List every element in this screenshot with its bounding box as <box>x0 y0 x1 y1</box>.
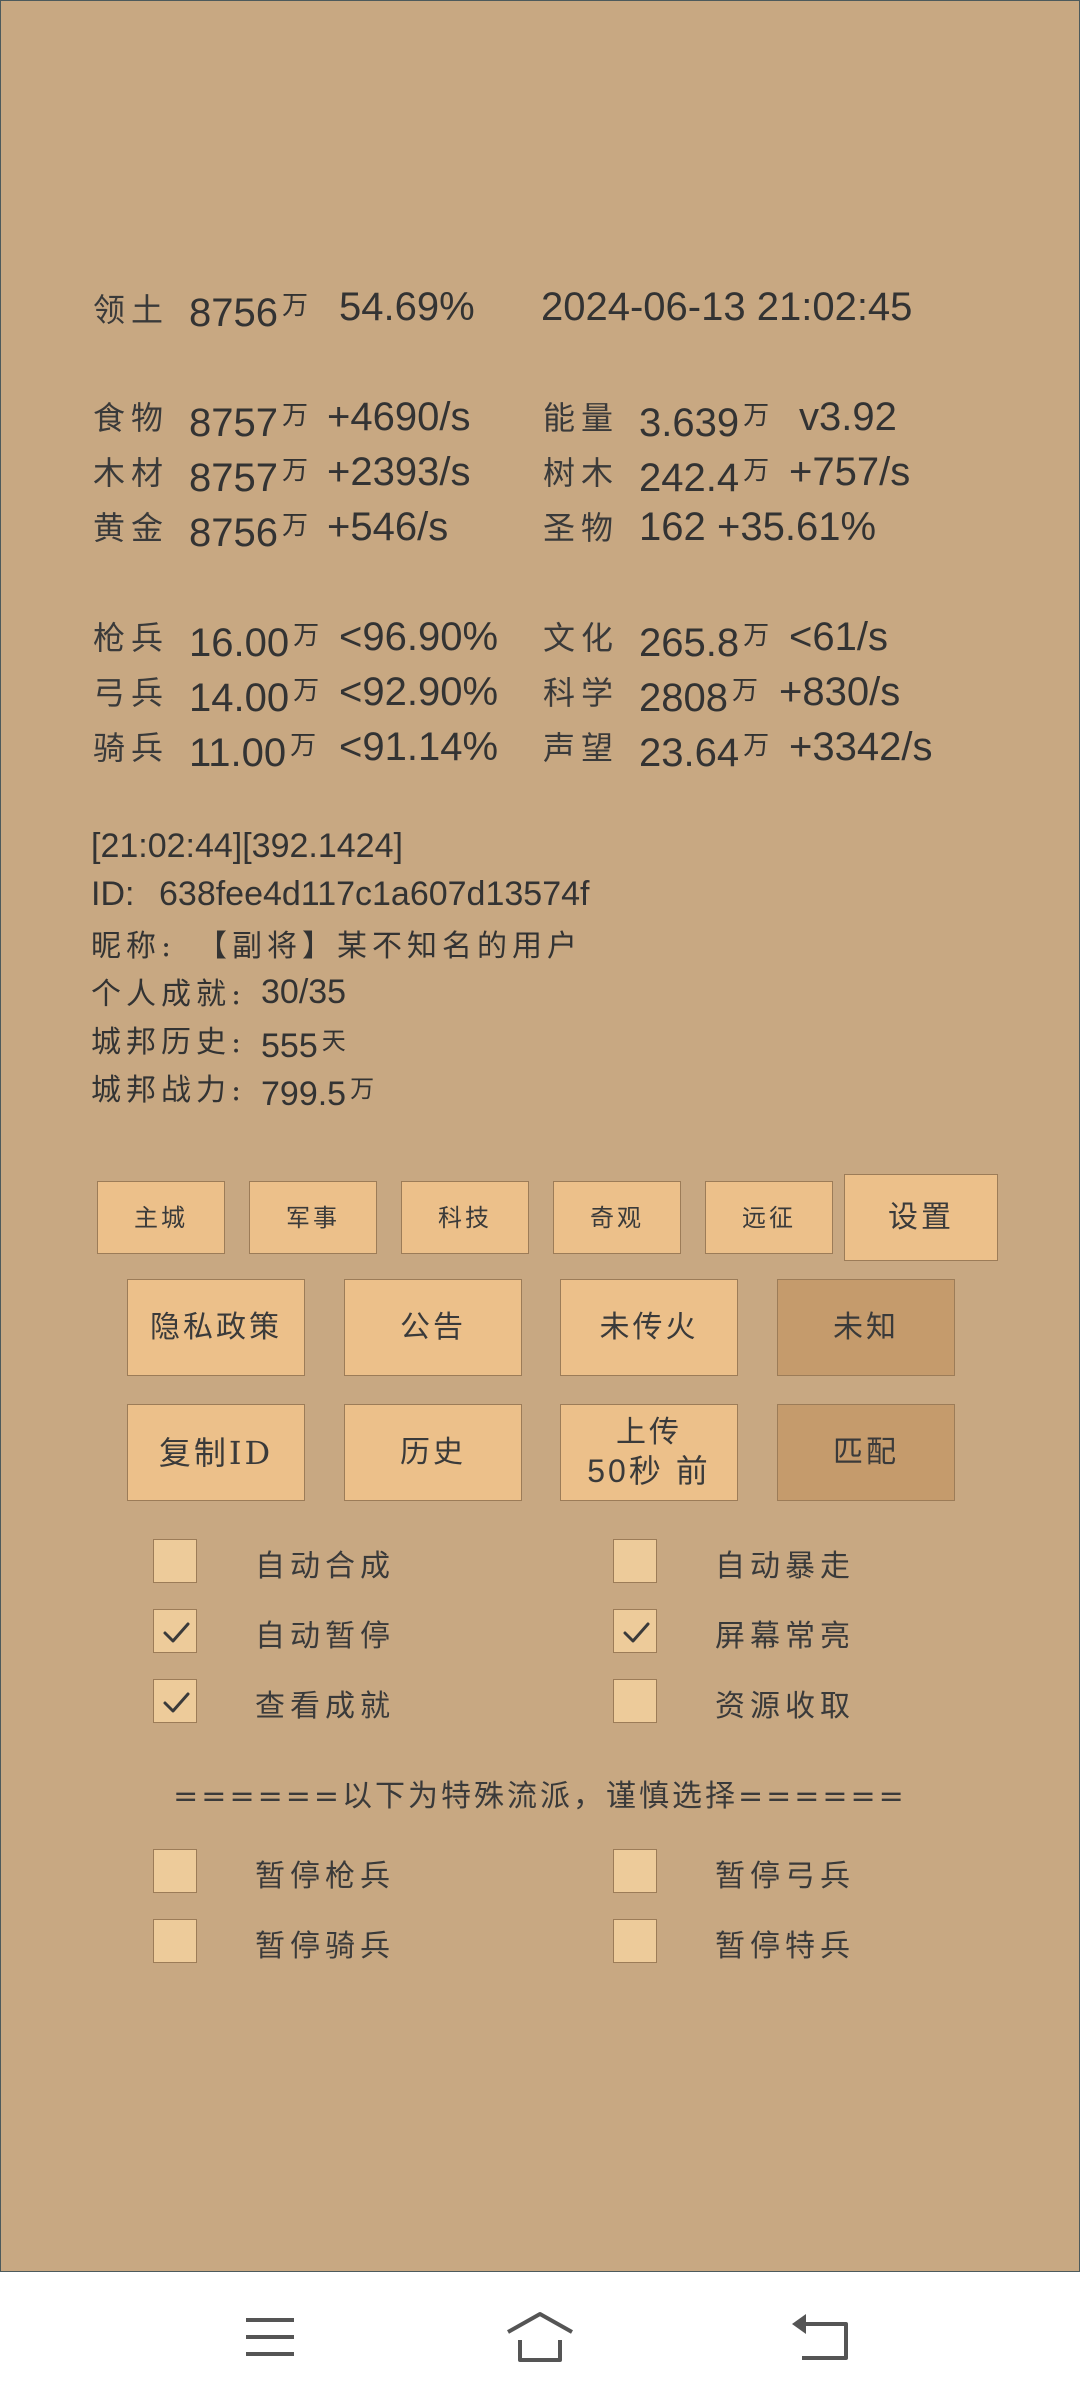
science-rate: +830/s <box>779 670 901 714</box>
wood-label: 木材 <box>93 454 170 492</box>
territory-percent: 54.69% <box>339 285 475 329</box>
nickname-label: 昵称: <box>91 929 177 964</box>
view-achievement-checkbox[interactable] <box>153 1679 197 1723</box>
privacy-policy-button[interactable]: 隐私政策 <box>127 1279 305 1376</box>
auto-compose-checkbox[interactable] <box>153 1539 197 1583</box>
id-value: 638fee4d117c1a607d13574f <box>159 875 590 913</box>
archer-rate: <92.90% <box>339 670 499 714</box>
wood-value: 8757 万 <box>189 456 308 500</box>
culture-value: 265.8 万 <box>639 621 770 665</box>
spear-rate: <96.90% <box>339 615 499 659</box>
nickname-value: 【副将】某不知名的用户 <box>197 929 582 964</box>
match-button[interactable]: 匹配 <box>777 1404 955 1501</box>
fame-rate: +3342/s <box>789 725 933 769</box>
resource-collect-label: 资源收取 <box>715 1689 855 1724</box>
spear-label: 枪兵 <box>93 619 170 657</box>
energy-label: 能量 <box>543 399 620 437</box>
achievement-label: 个人成就: <box>91 977 247 1012</box>
back-icon[interactable] <box>780 2302 860 2372</box>
auto-compose-label: 自动合成 <box>255 1549 395 1584</box>
cavalry-label: 骑兵 <box>93 729 170 767</box>
upload-time: 50秒 前 <box>587 1453 711 1490</box>
auto-rampage-checkbox[interactable] <box>613 1539 657 1583</box>
home-icon[interactable] <box>500 2302 580 2372</box>
tree-rate: +757/s <box>789 450 911 494</box>
tab-settings[interactable]: 设置 <box>844 1174 998 1261</box>
archer-label: 弓兵 <box>93 674 170 712</box>
pause-archer-checkbox[interactable] <box>613 1849 657 1893</box>
notice-button[interactable]: 公告 <box>344 1279 522 1376</box>
wood-rate: +2393/s <box>327 450 471 494</box>
system-nav-bar <box>0 2272 1080 2400</box>
relic-rate: +35.61% <box>717 505 877 549</box>
territory-label: 领土 <box>93 291 170 329</box>
checkmark-icon <box>163 1622 190 1643</box>
special-divider: ======以下为特殊流派，谨慎选择====== <box>173 1779 907 1814</box>
screen-on-checkbox[interactable] <box>613 1609 657 1653</box>
gold-value: 8756 万 <box>189 511 308 555</box>
cavalry-value: 11.00 万 <box>189 731 317 775</box>
game-panel: 领土 8756 万 54.69% 2024-06-13 21:02:45 食物 8… <box>0 0 1080 2272</box>
pause-special-checkbox[interactable] <box>613 1919 657 1963</box>
tree-label: 树木 <box>543 454 620 492</box>
fame-value: 23.64 万 <box>639 731 770 775</box>
unpassed-fire-button[interactable]: 未传火 <box>560 1279 738 1376</box>
tab-main-city[interactable]: 主城 <box>97 1181 225 1254</box>
gold-label: 黄金 <box>93 509 170 547</box>
auto-pause-label: 自动暂停 <box>255 1619 395 1654</box>
spear-value: 16.00 万 <box>189 621 320 665</box>
food-value: 8757 万 <box>189 401 308 445</box>
tab-military[interactable]: 军事 <box>249 1181 377 1254</box>
upload-button[interactable]: 上传 50秒 前 <box>560 1404 738 1501</box>
tab-expedition[interactable]: 远征 <box>705 1181 833 1254</box>
version-text: v3.92 <box>799 395 897 439</box>
pause-cavalry-checkbox[interactable] <box>153 1919 197 1963</box>
energy-value: 3.639 万 <box>639 401 770 445</box>
fame-label: 声望 <box>543 729 620 767</box>
pause-special-label: 暂停特兵 <box>715 1929 855 1964</box>
food-rate: +4690/s <box>327 395 471 439</box>
culture-rate: <61/s <box>789 615 888 659</box>
tree-value: 242.4 万 <box>639 456 770 500</box>
cavalry-rate: <91.14% <box>339 725 499 769</box>
pause-archer-label: 暂停弓兵 <box>715 1859 855 1894</box>
history-value: 555 天 <box>261 1027 346 1065</box>
unknown-button[interactable]: 未知 <box>777 1279 955 1376</box>
auto-pause-checkbox[interactable] <box>153 1609 197 1653</box>
relic-value: 162 <box>639 505 706 549</box>
tab-tech[interactable]: 科技 <box>401 1181 529 1254</box>
power-value: 799.5 万 <box>261 1075 375 1113</box>
view-achievement-label: 查看成就 <box>255 1689 395 1724</box>
checkmark-icon <box>623 1622 650 1643</box>
pause-spear-checkbox[interactable] <box>153 1849 197 1893</box>
menu-icon[interactable] <box>230 2302 310 2372</box>
pause-spear-label: 暂停枪兵 <box>255 1859 395 1894</box>
id-label: ID: <box>91 875 135 913</box>
tab-wonder[interactable]: 奇观 <box>553 1181 681 1254</box>
territory-value: 8756 万 <box>189 291 308 335</box>
culture-label: 文化 <box>543 619 620 657</box>
achievement-value: 30/35 <box>261 973 347 1011</box>
upload-label: 上传 <box>616 1414 682 1450</box>
food-label: 食物 <box>93 399 170 437</box>
resource-collect-checkbox[interactable] <box>613 1679 657 1723</box>
power-label: 城邦战力: <box>91 1073 247 1108</box>
screen-on-label: 屏幕常亮 <box>715 1619 855 1654</box>
copy-id-button[interactable]: 复制ID <box>127 1404 305 1501</box>
auto-rampage-label: 自动暴走 <box>715 1549 855 1584</box>
science-label: 科学 <box>543 674 620 712</box>
history-label: 城邦历史: <box>91 1025 247 1060</box>
relic-label: 圣物 <box>543 509 620 547</box>
pause-cavalry-label: 暂停骑兵 <box>255 1929 395 1964</box>
checkmark-icon <box>163 1692 190 1713</box>
gold-rate: +546/s <box>327 505 449 549</box>
datetime: 2024-06-13 21:02:45 <box>541 285 913 329</box>
science-value: 2808 万 <box>639 676 758 720</box>
archer-value: 14.00 万 <box>189 676 320 720</box>
log-text: [21:02:44][392.1424] <box>91 827 403 865</box>
history-button[interactable]: 历史 <box>344 1404 522 1501</box>
